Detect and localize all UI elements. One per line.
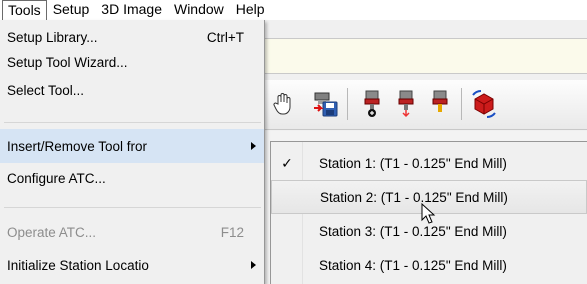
submenu-item-station-4[interactable]: Station 4: (T1 - 0.125" End Mill) [271,248,587,282]
background-toolbar [265,80,587,130]
menu-item-label: Select Tool... [7,82,85,98]
menu-item-setup-tool-wizard[interactable]: Setup Tool Wizard... [0,50,264,74]
submenu-item-label: Station 3: (T1 - 0.125" End Mill) [319,223,507,239]
submenu-item-label: Station 4: (T1 - 0.125" End Mill) [319,257,507,273]
menu-setup[interactable]: Setup [47,0,96,20]
menu-item-configure-atc[interactable]: Configure ATC... [0,163,264,194]
red-cube-rotate-icon[interactable] [467,84,501,124]
tools-menu: Setup Library... Ctrl+T Setup Tool Wizar… [0,20,265,284]
menu-item-label: Configure ATC... [7,171,106,186]
tool-spindle-plain-icon[interactable] [423,84,457,124]
menu-3d-image[interactable]: 3D Image [95,0,168,20]
menu-item-setup-library[interactable]: Setup Library... Ctrl+T [0,24,264,50]
submenu-arrow-icon [251,261,256,269]
toolbar-separator [461,88,462,120]
menu-item-insert-remove-tool[interactable]: Insert/Remove Tool fror [0,129,264,163]
menu-item-label: Setup Tool Wizard... [7,54,128,70]
submenu-arrow-icon [251,142,256,150]
menu-separator [4,122,261,123]
menu-item-select-tool[interactable]: Select Tool... [0,74,264,106]
menu-item-label: Initialize Station Locatio [7,257,149,273]
tool-spindle-red-icon[interactable] [389,84,423,124]
menu-bar: Tools Setup 3D Image Window Help [0,0,587,20]
mouse-pointer-icon [421,203,436,224]
checkmark-icon: ✓ [281,154,293,171]
menu-window[interactable]: Window [168,0,230,20]
menu-item-operate-atc[interactable]: Operate ATC... F12 [0,216,264,248]
menu-item-initialize-station-location[interactable]: Initialize Station Locatio [0,249,264,281]
menu-help[interactable]: Help [230,0,271,20]
background-input-area [265,38,587,74]
shortcut-label: F12 [220,224,244,240]
menu-item-label: Insert/Remove Tool fror [7,138,148,154]
hand-pan-icon[interactable] [267,84,301,124]
menu-item-label: Setup Library... [7,29,98,45]
shortcut-label: Ctrl+T [206,29,244,45]
tool-spindle-icon[interactable] [355,84,389,124]
submenu-item-label: Station 2: (T1 - 0.125" End Mill) [320,189,508,205]
save-tool-icon[interactable] [309,84,343,124]
toolbar-separator [347,88,348,120]
menu-tools[interactable]: Tools [2,0,47,20]
submenu-item-label: Station 1: (T1 - 0.125" End Mill) [319,155,507,171]
menu-item-label: Operate ATC... [7,224,97,240]
submenu-item-station-1[interactable]: ✓ Station 1: (T1 - 0.125" End Mill) [271,146,587,180]
menu-separator [4,207,261,208]
